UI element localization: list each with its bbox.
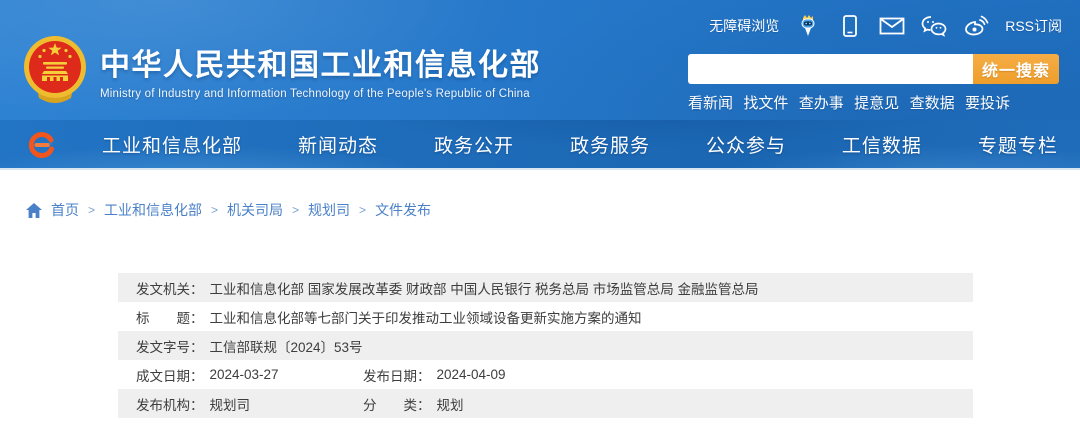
field-value: 工业和信息化部 国家发展改革委 财政部 中国人民银行 税务总局 市场监管总局 金… bbox=[210, 278, 759, 298]
quick-link-services[interactable]: 查办事 bbox=[799, 92, 844, 113]
field-value: 规划 bbox=[437, 394, 464, 414]
nav-item-specials[interactable]: 专题专栏 bbox=[978, 131, 1058, 158]
breadcrumb-separator: > bbox=[292, 203, 299, 217]
breadcrumb-separator: > bbox=[88, 203, 95, 217]
mascot-icon[interactable] bbox=[795, 13, 821, 39]
quick-link-data[interactable]: 查数据 bbox=[910, 92, 955, 113]
field-value: 工信部联规〔2024〕53号 bbox=[210, 336, 363, 356]
mobile-icon[interactable] bbox=[837, 13, 863, 39]
site-subtitle: Ministry of Industry and Information Tec… bbox=[100, 88, 541, 100]
field-label: 发布日期： bbox=[363, 365, 431, 385]
nav-item-data[interactable]: 工信数据 bbox=[842, 131, 922, 158]
national-emblem-icon bbox=[22, 34, 88, 115]
quick-link-feedback[interactable]: 提意见 bbox=[854, 92, 899, 113]
site-title: 中华人民共和国工业和信息化部 bbox=[100, 49, 541, 84]
breadcrumb-departments[interactable]: 机关司局 bbox=[227, 200, 283, 220]
field-label: 标 题： bbox=[136, 307, 204, 327]
field-label: 发文字号： bbox=[136, 336, 204, 356]
breadcrumb-miit[interactable]: 工业和信息化部 bbox=[104, 200, 202, 220]
breadcrumb: 首页 > 工业和信息化部 > 机关司局 > 规划司 > 文件发布 bbox=[26, 200, 431, 220]
breadcrumb-home[interactable]: 首页 bbox=[51, 200, 79, 220]
search-input[interactable] bbox=[688, 54, 973, 84]
table-row-title: 标 题： 工业和信息化部等七部门关于印发推动工业领域设备更新实施方案的通知 bbox=[118, 302, 973, 331]
field-label: 分 类： bbox=[363, 394, 431, 414]
gov-swirl-icon[interactable] bbox=[28, 131, 56, 159]
breadcrumb-planning-dept[interactable]: 规划司 bbox=[308, 200, 350, 220]
site-header: 无障碍浏览 bbox=[0, 0, 1080, 120]
quick-link-complaint[interactable]: 要投诉 bbox=[965, 92, 1010, 113]
field-label: 发布机构： bbox=[136, 394, 204, 414]
quick-links: 看新闻 找文件 查办事 提意见 查数据 要投诉 bbox=[688, 92, 1010, 113]
nav-item-gov-info[interactable]: 政务公开 bbox=[434, 131, 514, 158]
unified-search: 统一搜索 bbox=[688, 54, 1059, 84]
table-row-document-number: 发文字号： 工信部联规〔2024〕53号 bbox=[118, 331, 973, 360]
utility-topbar: 无障碍浏览 bbox=[709, 12, 1062, 40]
table-row-publisher-category: 发布机构： 规划司 分 类： 规划 bbox=[118, 389, 973, 418]
accessibility-link[interactable]: 无障碍浏览 bbox=[709, 16, 779, 36]
field-value: 2024-04-09 bbox=[437, 367, 506, 382]
breadcrumb-separator: > bbox=[211, 203, 218, 217]
table-row-issuing-agency: 发文机关： 工业和信息化部 国家发展改革委 财政部 中国人民银行 税务总局 市场… bbox=[118, 273, 973, 302]
miit-homepage: 无障碍浏览 bbox=[0, 0, 1080, 438]
rss-link[interactable]: RSS订阅 bbox=[1005, 16, 1062, 36]
breadcrumb-separator: > bbox=[359, 203, 366, 217]
nav-item-participation[interactable]: 公众参与 bbox=[706, 131, 786, 158]
field-value: 规划司 bbox=[210, 394, 251, 414]
site-brand[interactable]: 中华人民共和国工业和信息化部 Ministry of Industry and … bbox=[22, 34, 541, 115]
field-value: 工业和信息化部等七部门关于印发推动工业领域设备更新实施方案的通知 bbox=[210, 307, 642, 327]
table-row-dates: 成文日期： 2024-03-27 发布日期： 2024-04-09 bbox=[118, 360, 973, 389]
nav-items: 工业和信息化部 新闻动态 政务公开 政务服务 公众参与 工信数据 专题专栏 bbox=[102, 120, 1058, 168]
wechat-icon[interactable] bbox=[921, 13, 947, 39]
breadcrumb-document-release[interactable]: 文件发布 bbox=[375, 200, 431, 220]
quick-link-files[interactable]: 找文件 bbox=[743, 92, 788, 113]
document-meta-table: 发文机关： 工业和信息化部 国家发展改革委 财政部 中国人民银行 税务总局 市场… bbox=[118, 273, 973, 418]
field-label: 成文日期： bbox=[136, 365, 204, 385]
nav-item-miit[interactable]: 工业和信息化部 bbox=[102, 131, 242, 158]
weibo-icon[interactable] bbox=[963, 13, 989, 39]
main-nav: 工业和信息化部 新闻动态 政务公开 政务服务 公众参与 工信数据 专题专栏 bbox=[0, 120, 1080, 170]
field-label: 发文机关： bbox=[136, 278, 204, 298]
quick-link-news[interactable]: 看新闻 bbox=[688, 92, 733, 113]
search-button[interactable]: 统一搜索 bbox=[973, 54, 1059, 84]
field-value: 2024-03-27 bbox=[210, 367, 279, 382]
mail-icon[interactable] bbox=[879, 13, 905, 39]
home-icon[interactable] bbox=[26, 203, 42, 218]
nav-item-news[interactable]: 新闻动态 bbox=[298, 131, 378, 158]
nav-item-gov-services[interactable]: 政务服务 bbox=[570, 131, 650, 158]
